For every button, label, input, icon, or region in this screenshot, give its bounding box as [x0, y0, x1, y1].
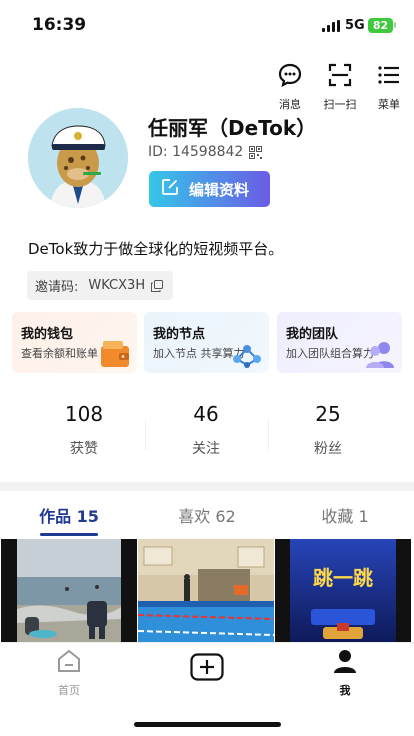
- signal-icon: [322, 20, 340, 32]
- nav-profile[interactable]: 我: [305, 648, 385, 698]
- scan-label: 扫一扫: [323, 98, 357, 111]
- team-card-subtitle: 加入团队组合算力: [286, 347, 374, 360]
- messages-label: 消息: [279, 98, 301, 111]
- edit-profile-label: 编辑资料: [189, 180, 250, 199]
- invite-code-box[interactable]: 邀请码: WKCX3H: [27, 271, 173, 300]
- scan-button[interactable]: 扫一扫: [320, 62, 360, 112]
- menu-button[interactable]: 菜单: [369, 62, 409, 112]
- following-count: 46: [193, 402, 219, 426]
- qr-code-icon[interactable]: [249, 144, 262, 159]
- tab-likes[interactable]: 喜欢 62: [138, 503, 276, 527]
- game-title-text: 跳一跳: [313, 566, 373, 590]
- edit-profile-button[interactable]: 编辑资料: [149, 171, 270, 207]
- likes-count: 108: [64, 402, 104, 426]
- copy-icon[interactable]: [151, 279, 164, 292]
- network-type: 5G: [345, 18, 365, 33]
- invite-code: WKCX3H: [88, 278, 146, 293]
- nav-home-label: 首页: [58, 684, 80, 697]
- message-icon: [277, 62, 303, 88]
- avatar[interactable]: [28, 108, 128, 208]
- video-thumbnail[interactable]: [138, 539, 274, 642]
- followers-count: 25: [315, 402, 341, 426]
- menu-icon: [376, 62, 402, 88]
- likes-label: 获赞: [70, 441, 98, 457]
- followers-label: 粉丝: [314, 441, 342, 457]
- team-card[interactable]: 我的团队 加入团队组合算力: [277, 312, 402, 373]
- scan-icon: [327, 62, 353, 88]
- tab-favorites[interactable]: 收藏 1: [276, 503, 414, 527]
- active-tab-indicator: [40, 533, 98, 536]
- team-card-title: 我的团队: [286, 327, 339, 342]
- likes-stat[interactable]: 108 获赞: [24, 402, 144, 458]
- menu-label: 菜单: [378, 98, 400, 111]
- invite-label: 邀请码:: [35, 280, 79, 295]
- display-name: 任丽军（DeTok）: [148, 116, 317, 140]
- plus-icon: [190, 653, 224, 685]
- battery-icon: 82: [368, 18, 393, 33]
- home-icon: [56, 649, 82, 678]
- team-icon: [362, 337, 398, 369]
- following-label: 关注: [192, 441, 220, 457]
- nav-profile-label: 我: [339, 684, 351, 697]
- bio-text: DeTok致力于做全球化的短视频平台。: [28, 240, 284, 258]
- wallet-card-subtitle: 查看余额和账单: [21, 347, 98, 360]
- video-thumbnail[interactable]: 跳一跳: [275, 539, 411, 642]
- messages-button[interactable]: 消息: [270, 62, 310, 112]
- profile-icon: [332, 650, 358, 678]
- edit-icon: [161, 178, 179, 200]
- nav-home[interactable]: 首页: [29, 648, 109, 698]
- wallet-card-title: 我的钱包: [21, 327, 74, 342]
- node-card-title: 我的节点: [153, 327, 206, 342]
- wallet-icon: [97, 337, 133, 369]
- followers-stat[interactable]: 25 粉丝: [268, 402, 388, 458]
- node-network-icon: [229, 337, 265, 369]
- wallet-card[interactable]: 我的钱包 查看余额和账单: [12, 312, 137, 373]
- following-stat[interactable]: 46 关注: [146, 402, 266, 458]
- home-indicator: [134, 722, 281, 727]
- user-id: ID: 14598842: [148, 144, 244, 160]
- node-card[interactable]: 我的节点 加入节点 共享算力: [144, 312, 269, 373]
- battery-tip: [394, 22, 396, 28]
- tab-works[interactable]: 作品 15: [0, 503, 138, 527]
- status-bar: 16:39 5G 82: [0, 0, 414, 50]
- status-time: 16:39: [32, 15, 87, 35]
- section-divider: [0, 482, 414, 491]
- video-thumbnail[interactable]: [1, 539, 137, 642]
- nav-create[interactable]: [167, 653, 247, 685]
